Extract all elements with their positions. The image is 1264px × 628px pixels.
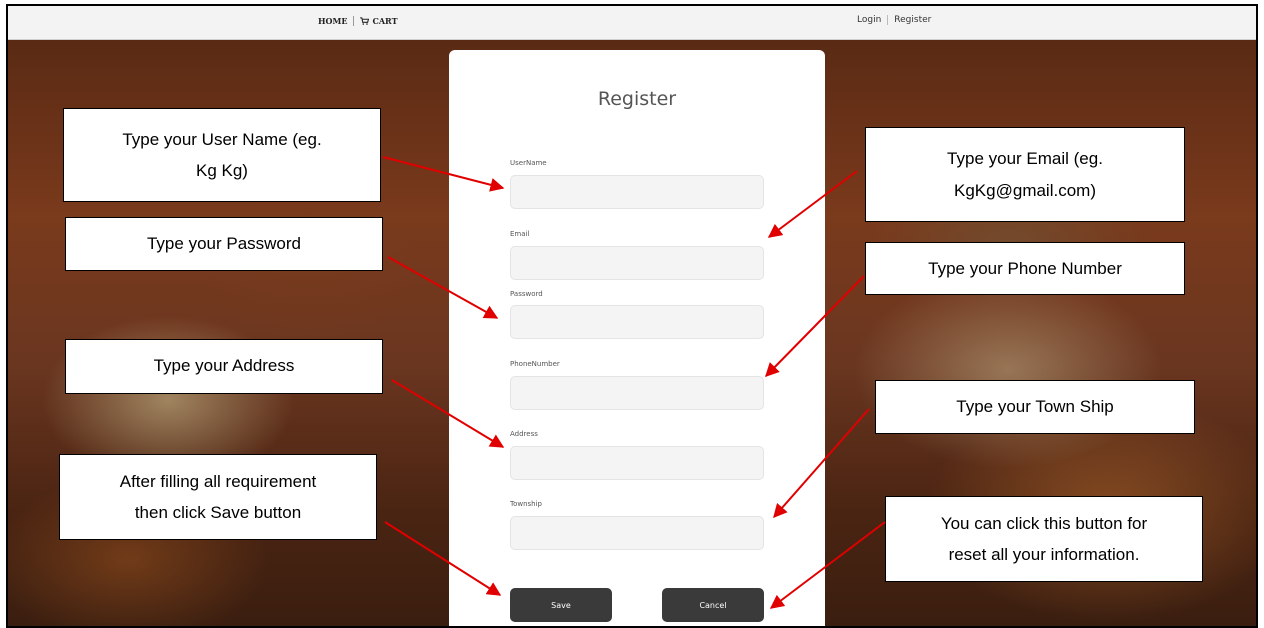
- callout-save: After filling all requirement then click…: [59, 454, 377, 540]
- callout-username-line2: Kg Kg): [196, 161, 248, 180]
- callout-password: Type your Password: [65, 217, 383, 271]
- username-label: UserName: [510, 159, 547, 167]
- nav-cart-link[interactable]: CART: [354, 16, 398, 26]
- callout-address: Type your Address: [65, 339, 383, 394]
- phone-number-input[interactable]: [510, 376, 764, 410]
- form-title: Register: [597, 88, 677, 110]
- callout-email-line2: KgKg@gmail.com): [954, 180, 1096, 200]
- nav-right: Login Register: [857, 15, 931, 25]
- password-label: Password: [510, 290, 543, 298]
- callout-cancel-line2: reset all your information.: [948, 545, 1140, 564]
- email-input[interactable]: [510, 246, 764, 280]
- nav-cart-label: CART: [372, 16, 398, 26]
- callout-township-text: Type your Town Ship: [956, 397, 1114, 416]
- callout-save-line1: After filling all requirement: [119, 471, 317, 491]
- callout-cancel: You can click this button for reset all …: [885, 496, 1203, 582]
- username-input[interactable]: [510, 175, 764, 209]
- callout-email-line1: Type your Email (eg.: [947, 149, 1103, 169]
- callout-save-line2: then click Save button: [134, 503, 302, 522]
- nav-left: HOME CART: [318, 16, 398, 26]
- callout-phone-text: Type your Phone Number: [928, 259, 1122, 278]
- nav-login-link[interactable]: Login: [857, 15, 889, 25]
- save-button[interactable]: Save: [510, 588, 612, 622]
- callout-username: Type your User Name (eg. Kg Kg): [63, 108, 381, 202]
- callout-username-line1: Type your User Name (eg.: [122, 129, 322, 149]
- register-form-card: Register UserName Email Password PhoneNu…: [449, 50, 825, 626]
- township-input[interactable]: [510, 516, 764, 550]
- township-label: Township: [510, 500, 543, 508]
- shopping-cart-icon: [360, 17, 370, 25]
- address-label: Address: [510, 430, 538, 438]
- callout-township: Type your Town Ship: [875, 380, 1195, 434]
- nav-register-link[interactable]: Register: [888, 15, 931, 25]
- top-navbar: HOME CART Login Register: [8, 6, 1256, 40]
- cancel-button[interactable]: Cancel: [662, 588, 764, 622]
- address-input[interactable]: [510, 446, 764, 480]
- password-input[interactable]: [510, 305, 764, 339]
- nav-home-link[interactable]: HOME: [318, 16, 355, 26]
- callout-password-text: Type your Password: [146, 234, 301, 253]
- screenshot-frame: HOME CART Login Register Register UserNa…: [6, 4, 1258, 628]
- email-label: Email: [510, 230, 530, 238]
- callout-email: Type your Email (eg. KgKg@gmail.com): [865, 127, 1185, 222]
- callout-phone: Type your Phone Number: [865, 242, 1185, 295]
- callout-address-text: Type your Address: [153, 356, 295, 375]
- phone-number-label: PhoneNumber: [510, 360, 560, 368]
- callout-cancel-line1: You can click this button for: [940, 513, 1148, 533]
